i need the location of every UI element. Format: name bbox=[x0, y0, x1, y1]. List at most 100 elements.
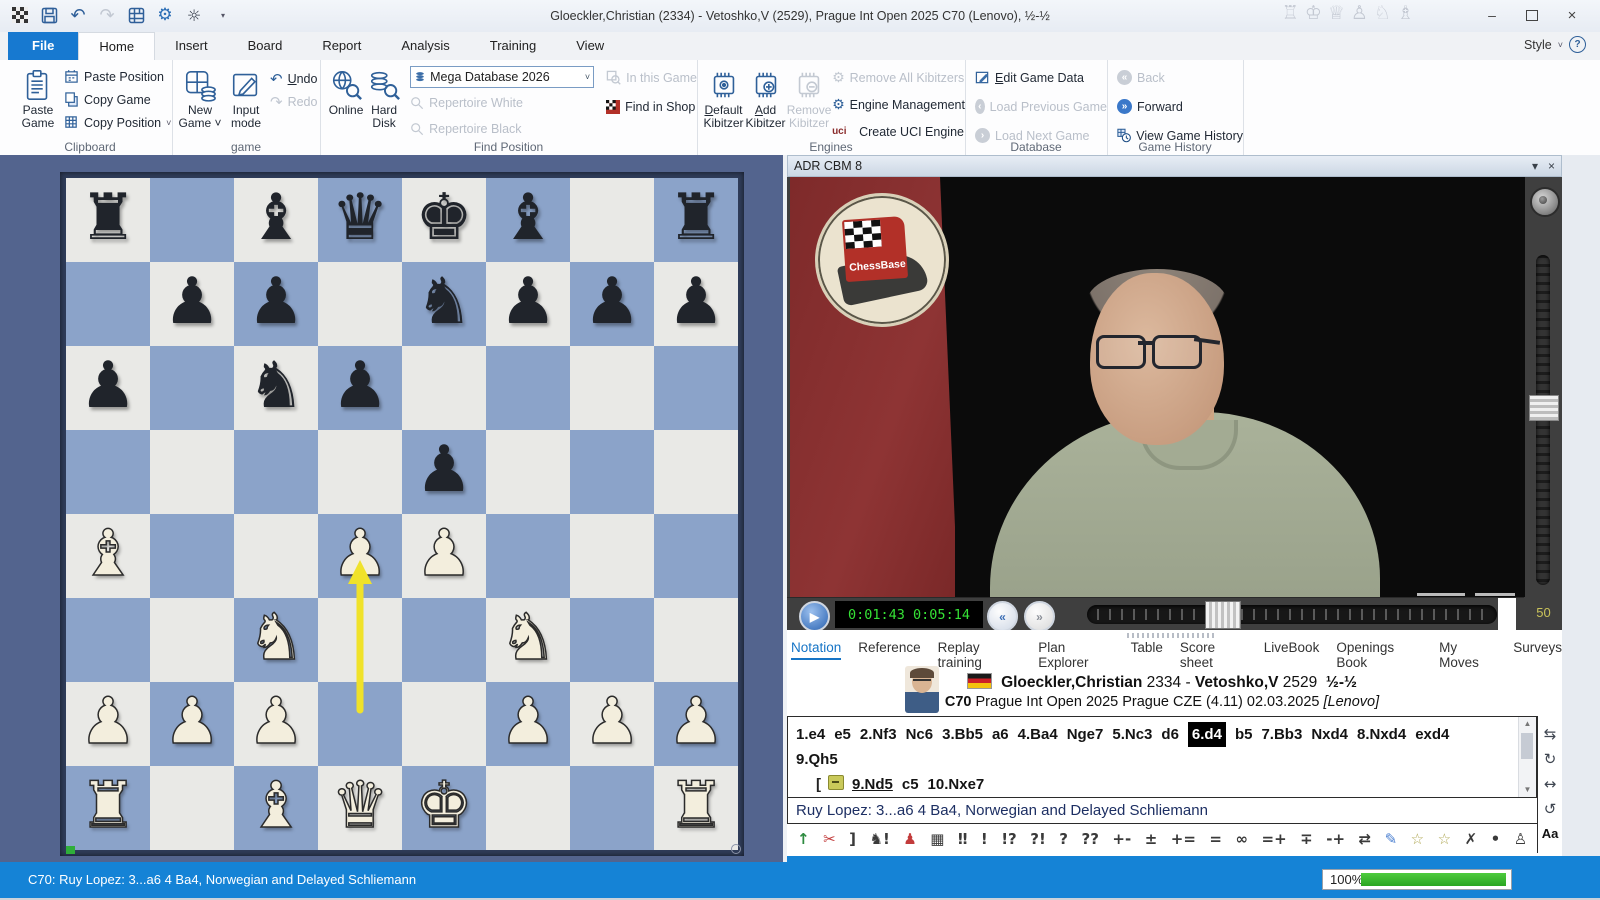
annotation-symbol[interactable]: -+ bbox=[1326, 830, 1345, 848]
variation-move-c5[interactable]: c5 bbox=[902, 772, 919, 797]
square-f8[interactable]: ♝ bbox=[486, 178, 570, 262]
square-b3[interactable] bbox=[150, 598, 234, 682]
square-d6[interactable]: ♟ bbox=[318, 346, 402, 430]
load-previous-game-button[interactable]: ‹ Load Previous Game bbox=[975, 95, 1107, 118]
add-kibitzer-button[interactable]: Add Kibitzer bbox=[745, 62, 786, 143]
square-g4[interactable] bbox=[570, 514, 654, 598]
volume-slider-handle[interactable] bbox=[1529, 395, 1559, 421]
minimize-button[interactable]: – bbox=[1472, 0, 1512, 30]
square-a6[interactable]: ♟ bbox=[66, 346, 150, 430]
move-3.Bb5[interactable]: 3.Bb5 bbox=[942, 722, 983, 747]
move-e5[interactable]: e5 bbox=[834, 722, 851, 747]
scroll-down-icon[interactable]: ▼ bbox=[1519, 783, 1536, 797]
notation-tab-notation[interactable]: Notation bbox=[791, 640, 841, 660]
tab-view[interactable]: View bbox=[556, 32, 624, 60]
video-panel-header[interactable]: ADR CBM 8 ▾ × bbox=[787, 155, 1562, 177]
annotation-symbol[interactable]: ✎ bbox=[1385, 830, 1398, 848]
square-h8[interactable]: ♜ bbox=[654, 178, 738, 262]
default-kibitzer-button[interactable]: Default Kibitzer bbox=[703, 62, 744, 143]
history-forward-button[interactable]: » Forward bbox=[1117, 95, 1243, 118]
annotation-symbol[interactable]: ▦ bbox=[930, 830, 944, 848]
annotation-symbol[interactable]: ! bbox=[981, 830, 988, 848]
splitter-grip[interactable] bbox=[1127, 633, 1217, 638]
annotation-symbol[interactable]: ☆ bbox=[1438, 830, 1451, 848]
square-g5[interactable] bbox=[570, 430, 654, 514]
annotation-symbol[interactable]: ?! bbox=[1030, 830, 1046, 848]
paste-position-button[interactable]: Paste Position bbox=[64, 65, 171, 88]
repertoire-black-button[interactable]: Repertoire Black bbox=[410, 117, 594, 140]
square-f3[interactable]: ♞ bbox=[486, 598, 570, 682]
copy-position-button[interactable]: Copy Position ˅ bbox=[64, 111, 171, 134]
swap-arrows-icon[interactable]: ↔ bbox=[1544, 774, 1557, 794]
annotation-symbol[interactable]: ± bbox=[1145, 830, 1158, 848]
scrollbar-thumb[interactable] bbox=[1521, 733, 1533, 759]
square-h5[interactable] bbox=[654, 430, 738, 514]
remove-kibitzer-button[interactable]: Remove Kibitzer bbox=[787, 62, 831, 143]
annotation-symbol[interactable]: ♟ bbox=[903, 830, 916, 848]
square-h3[interactable] bbox=[654, 598, 738, 682]
engine-management-button[interactable]: ⚙ Engine Management bbox=[832, 93, 965, 116]
square-h2[interactable]: ♟ bbox=[654, 682, 738, 766]
square-f2[interactable]: ♟ bbox=[486, 682, 570, 766]
move-d6[interactable]: d6 bbox=[1161, 722, 1179, 747]
square-e1[interactable]: ♚ bbox=[402, 766, 486, 850]
move-9.Qh5[interactable]: 9.Qh5 bbox=[796, 747, 838, 772]
move-1.e4[interactable]: 1.e4 bbox=[796, 722, 825, 747]
tab-insert[interactable]: Insert bbox=[155, 32, 228, 60]
panel-close-icon[interactable]: × bbox=[1548, 156, 1555, 176]
move-6.d4[interactable]: 6.d4 bbox=[1188, 722, 1226, 747]
square-b5[interactable] bbox=[150, 430, 234, 514]
hard-disk-button[interactable]: Hard Disk bbox=[366, 62, 402, 140]
tab-report[interactable]: Report bbox=[302, 32, 381, 60]
move-2.Nf3[interactable]: 2.Nf3 bbox=[860, 722, 897, 747]
move-4.Ba4[interactable]: 4.Ba4 bbox=[1018, 722, 1058, 747]
move-a6[interactable]: a6 bbox=[992, 722, 1009, 747]
tab-training[interactable]: Training bbox=[470, 32, 556, 60]
square-h7[interactable]: ♟ bbox=[654, 262, 738, 346]
square-d8[interactable]: ♛ bbox=[318, 178, 402, 262]
input-mode-button[interactable]: Input mode bbox=[224, 62, 268, 130]
annotation-symbol[interactable]: ?? bbox=[1082, 830, 1099, 848]
variation-nav-icon[interactable]: ⇆ bbox=[1544, 724, 1557, 744]
annotation-symbol[interactable]: ‼ bbox=[958, 830, 967, 848]
variation-fold-icon[interactable] bbox=[828, 775, 844, 790]
square-c2[interactable]: ♟ bbox=[234, 682, 318, 766]
resize-handle[interactable] bbox=[1475, 593, 1515, 596]
square-c7[interactable]: ♟ bbox=[234, 262, 318, 346]
annotation-symbol[interactable]: • bbox=[1491, 830, 1501, 848]
square-f4[interactable] bbox=[486, 514, 570, 598]
square-e2[interactable] bbox=[402, 682, 486, 766]
square-h6[interactable] bbox=[654, 346, 738, 430]
tab-home[interactable]: Home bbox=[78, 32, 155, 60]
fast-forward-button[interactable]: » bbox=[1024, 601, 1055, 632]
move-Nc6[interactable]: Nc6 bbox=[906, 722, 934, 747]
redo-button[interactable]: ↷ Redo bbox=[270, 90, 317, 113]
square-f5[interactable] bbox=[486, 430, 570, 514]
square-f7[interactable]: ♟ bbox=[486, 262, 570, 346]
move-5.Nc3[interactable]: 5.Nc3 bbox=[1112, 722, 1152, 747]
variation-move-9.Nd5[interactable]: 9.Nd5 bbox=[852, 772, 893, 797]
move-list-scrollbar[interactable]: ▲ ▼ bbox=[1518, 717, 1536, 797]
square-b1[interactable] bbox=[150, 766, 234, 850]
square-a2[interactable]: ♟ bbox=[66, 682, 150, 766]
board-zoom-icon[interactable] bbox=[731, 844, 741, 854]
square-h1[interactable]: ♜ bbox=[654, 766, 738, 850]
database-select[interactable]: Mega Database 2026 ˅ bbox=[410, 66, 594, 88]
annotation-symbol[interactable]: +- bbox=[1112, 830, 1131, 848]
move-Nge7[interactable]: Nge7 bbox=[1067, 722, 1104, 747]
annotation-symbol[interactable]: = bbox=[1209, 830, 1222, 848]
find-in-shop-button[interactable]: Find in Shop bbox=[606, 95, 697, 118]
notation-tab-table[interactable]: Table bbox=[1131, 640, 1163, 658]
square-d1[interactable]: ♛ bbox=[318, 766, 402, 850]
history-back-button[interactable]: « Back bbox=[1117, 66, 1243, 89]
square-a7[interactable] bbox=[66, 262, 150, 346]
square-e5[interactable]: ♟ bbox=[402, 430, 486, 514]
square-b6[interactable] bbox=[150, 346, 234, 430]
square-f1[interactable] bbox=[486, 766, 570, 850]
play-button[interactable]: ▶ bbox=[799, 601, 830, 632]
square-g6[interactable] bbox=[570, 346, 654, 430]
square-d5[interactable] bbox=[318, 430, 402, 514]
annotation-symbol[interactable]: !? bbox=[1001, 830, 1017, 848]
square-g3[interactable] bbox=[570, 598, 654, 682]
move-Nxd4[interactable]: Nxd4 bbox=[1311, 722, 1348, 747]
